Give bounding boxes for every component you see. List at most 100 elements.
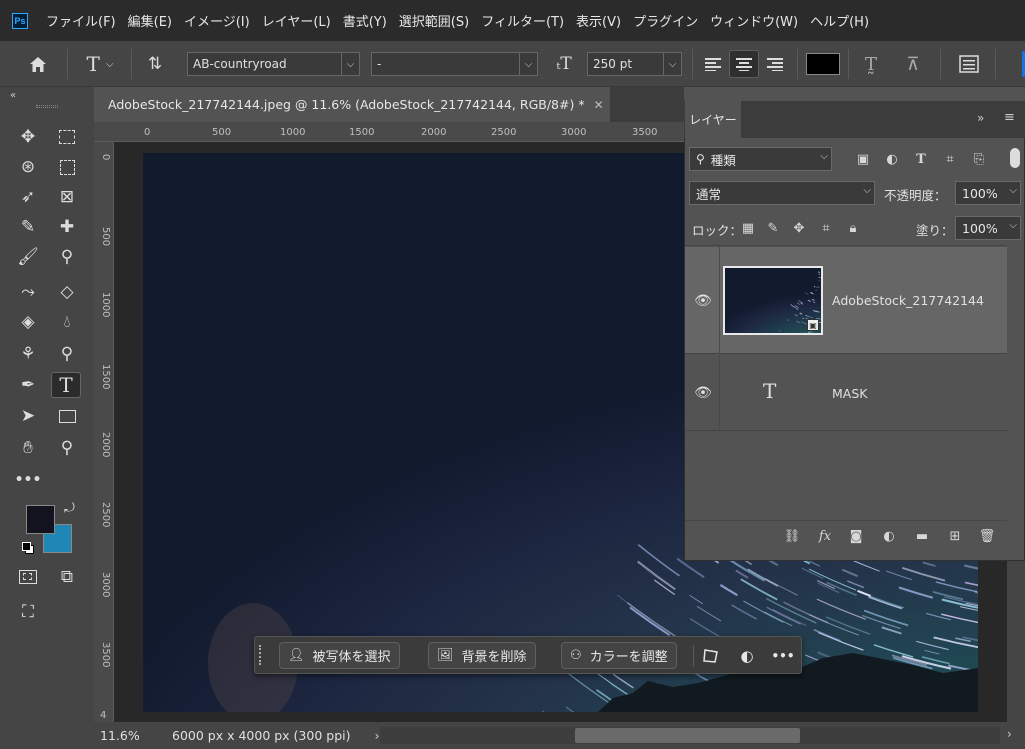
new-adjustment-layer-icon[interactable]: ◐ [878, 525, 900, 547]
collapse-panel-icon[interactable]: » [977, 111, 984, 125]
layer-style-fx-icon[interactable]: fx [814, 525, 836, 547]
menu-help[interactable]: ヘルプ(H) [804, 11, 875, 30]
menu-file[interactable]: ファイル(F) [40, 11, 122, 30]
horizontal-scroll-thumb[interactable] [575, 728, 800, 743]
remove-background-button[interactable]: 🖼︎ 背景を削除 [428, 642, 536, 669]
visibility-eye-icon[interactable]: 👁︎ [693, 385, 713, 401]
warp-text-icon[interactable]: T̰ [857, 50, 885, 78]
crop-select-tool-icon[interactable] [52, 154, 82, 180]
healing-brush-tool-icon[interactable]: ✚ [52, 214, 82, 240]
home-icon[interactable] [24, 50, 52, 78]
type-tool-icon[interactable]: T [51, 372, 81, 398]
new-group-icon[interactable]: ▬ [911, 525, 933, 547]
share-button[interactable] [1010, 50, 1025, 78]
cancel-edit-icon[interactable]: ⊼ [899, 50, 927, 78]
taskbar-grip[interactable] [259, 645, 263, 665]
menu-image[interactable]: イメージ(I) [178, 11, 256, 30]
brush-tool-icon[interactable]: 🖌︎ [13, 244, 43, 270]
filter-type-icon[interactable]: T [910, 148, 932, 170]
blend-mode-select[interactable]: 通常 ⌵ [689, 181, 875, 205]
blur-tool-icon[interactable]: 💧︎ [52, 309, 82, 335]
pen-pick-tool-icon[interactable]: ➶ [13, 184, 43, 210]
tab-layers[interactable]: レイヤー [685, 101, 741, 138]
align-right-button[interactable] [761, 50, 789, 78]
filter-pixel-icon[interactable]: ▣ [852, 148, 874, 170]
pen-tool-icon[interactable]: ✒ [13, 372, 43, 398]
object-selection-tool-icon[interactable]: ⊛ [13, 154, 43, 180]
menu-select[interactable]: 選択範囲(S) [393, 11, 475, 30]
sponge-tool-icon[interactable]: ⚲ [52, 341, 82, 367]
default-colors-icon[interactable] [22, 542, 34, 554]
filter-adjustment-icon[interactable]: ◐ [881, 148, 903, 170]
panel-menu-icon[interactable]: ≡ [1004, 110, 1015, 125]
font-size-select[interactable]: 250 pt ⌵ [587, 52, 682, 76]
menu-view[interactable]: 表示(V) [570, 11, 627, 30]
frame-tool-icon[interactable]: ⊠ [52, 184, 82, 210]
paint-bucket-tool-icon[interactable]: ◈ [13, 309, 43, 335]
ruler-tick: 3000 [561, 127, 587, 138]
add-mask-icon[interactable]: ◙ [845, 525, 867, 547]
scroll-right-icon[interactable]: › [1007, 727, 1012, 741]
more-options-icon[interactable]: ••• [770, 643, 796, 669]
eraser-tool-icon[interactable]: ◇ [52, 279, 82, 305]
vertical-scrollbar[interactable] [1007, 560, 1025, 722]
visibility-eye-icon[interactable]: 👁︎ [693, 293, 713, 309]
character-panel-icon[interactable] [955, 50, 983, 78]
new-layer-icon[interactable]: ⊞ [944, 525, 966, 547]
generative-fill-icon[interactable]: ⛶ [13, 599, 43, 625]
clone-stamp-tool-icon[interactable]: ⚲ [52, 244, 82, 270]
marquee-tool-icon[interactable] [52, 124, 82, 150]
menu-edit[interactable]: 編集(E) [122, 11, 178, 30]
font-family-select[interactable]: AB-countryroad ⌵ [187, 52, 360, 76]
hand-tool-icon[interactable]: ✋︎ [13, 435, 43, 461]
lock-position-icon[interactable]: ✥ [788, 217, 810, 239]
edit-toolbar-icon[interactable]: ••• [13, 467, 43, 493]
toggle-text-orientation-icon[interactable]: ⇅ [141, 50, 169, 78]
adjustment-layer-icon[interactable]: ◐ [734, 643, 760, 669]
lock-image-pixels-icon[interactable]: ✎ [762, 217, 784, 239]
layer-row-smart-object[interactable]: 👁︎ ▣ AdobeStock_217742144 [685, 247, 1007, 354]
path-selection-tool-icon[interactable]: ➤ [13, 403, 43, 429]
text-color-swatch[interactable] [806, 50, 840, 78]
opacity-input[interactable]: 100% ⌵ [955, 181, 1021, 205]
close-icon[interactable]: ✕ [594, 98, 604, 112]
select-subject-button[interactable]: 👤︎ 被写体を選択 [279, 642, 400, 669]
font-style-select[interactable]: - ⌵ [371, 52, 538, 76]
fill-input[interactable]: 100% ⌵ [955, 216, 1021, 240]
chevron-right-icon[interactable]: › [374, 728, 379, 743]
swap-colors-icon[interactable]: ⤾ [64, 501, 75, 516]
lock-artboard-icon[interactable]: ⌗ [815, 217, 837, 239]
menu-layer[interactable]: レイヤー(L) [256, 11, 337, 30]
lock-transparent-pixels-icon[interactable]: ▦ [737, 217, 759, 239]
screen-mode-icon[interactable]: ⧉ [52, 564, 82, 590]
layer-filter-select[interactable]: ⚲ 種類 ⌵ [689, 147, 832, 171]
tool-preset-picker[interactable]: T ⌵ [78, 50, 122, 78]
rectangle-tool-icon[interactable] [52, 403, 82, 429]
history-brush-tool-icon[interactable]: ⤳ [13, 279, 43, 305]
quick-mask-icon[interactable] [13, 564, 43, 590]
collapse-panel-icon[interactable]: « [10, 90, 16, 101]
layer-row-text[interactable]: 👁︎ T MASK [685, 355, 1007, 431]
menu-filter[interactable]: フィルター(T) [475, 11, 570, 30]
adjust-color-button[interactable]: ⚇ カラーを調整 [561, 642, 677, 669]
lock-all-icon[interactable]: 🔒︎ [842, 217, 864, 239]
eyedropper-tool-icon[interactable]: ✎ [13, 214, 43, 240]
zoom-level[interactable]: 11.6% [100, 728, 166, 743]
menu-type[interactable]: 書式(Y) [337, 11, 393, 30]
align-center-button[interactable] [729, 50, 759, 78]
menu-window[interactable]: ウィンドウ(W) [704, 11, 804, 30]
move-tool-icon[interactable]: ✥ [13, 124, 43, 150]
align-left-button[interactable] [699, 50, 727, 78]
panel-grip[interactable] [36, 105, 58, 108]
adjust-color-label: カラーを調整 [589, 650, 668, 665]
filter-toggle[interactable] [1010, 148, 1020, 168]
filter-smart-object-icon[interactable]: ⎘ [968, 148, 990, 170]
zoom-tool-icon[interactable]: ⚲ [52, 435, 82, 461]
transform-icon[interactable] [698, 643, 724, 669]
document-tab[interactable]: AdobeStock_217742144.jpeg @ 11.6% (Adobe… [94, 87, 610, 122]
menu-plugins[interactable]: プラグイン [627, 11, 704, 30]
dodge-tool-icon[interactable]: ⚘ [13, 341, 43, 367]
filter-shape-icon[interactable]: ⌗ [939, 148, 961, 170]
link-layers-icon[interactable]: ⛓︎ [781, 525, 803, 547]
delete-layer-icon[interactable]: 🗑︎ [976, 525, 998, 547]
